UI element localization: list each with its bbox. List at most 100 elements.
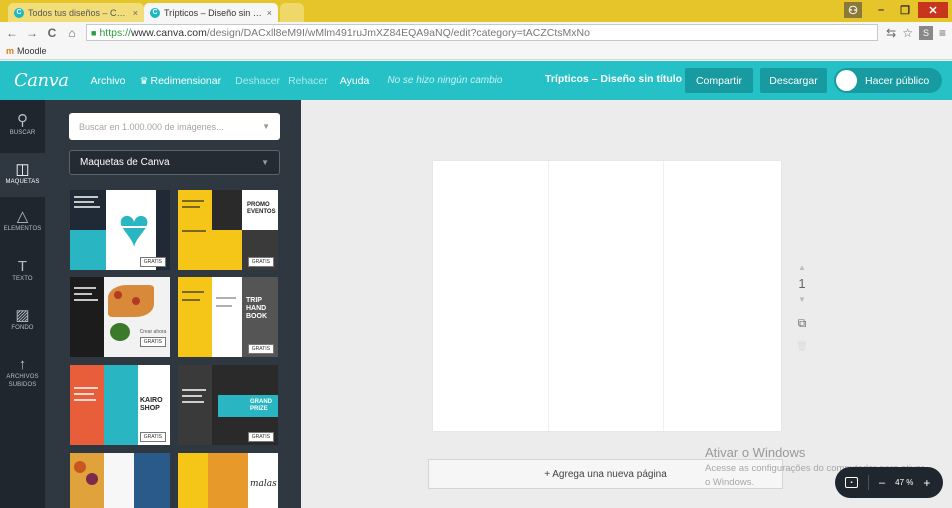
delete-page-icon[interactable]: 🗑 (792, 341, 812, 352)
thumb-text: malas (250, 479, 277, 489)
sidebar-item-buscar[interactable]: ⚲ BUSCAR (0, 110, 45, 148)
heart-icon: ♥ (117, 198, 151, 258)
elements-icon: △ (16, 208, 29, 225)
layout-thumbnail[interactable]: Crear ahora GRATIS (70, 277, 170, 357)
canva-favicon: C (14, 7, 24, 18)
sidebar-item-label: BUSCAR (9, 130, 36, 136)
share-button[interactable]: Compartir (685, 68, 753, 93)
minimize-button[interactable]: – (870, 2, 892, 18)
back-arrow-icon[interactable]: ← (6, 26, 18, 40)
menu-ayuda[interactable]: Ayuda (340, 75, 370, 87)
close-window-button[interactable]: ✕ (918, 2, 948, 18)
sidebar-item-label: TEXTO (12, 276, 33, 282)
zoom-out-button[interactable]: – (879, 477, 885, 489)
search-icon: ⚲ (17, 112, 28, 129)
thumb-text: PROMO EVENTOS (242, 190, 278, 230)
layouts-icon: ◫ (15, 161, 30, 178)
windows-activation-title: Ativar o Windows (705, 445, 806, 460)
page-tools: ▲ 1 ▼ ⧉ 🗑 (792, 263, 812, 352)
user-profile-icon[interactable]: ⚇ (844, 2, 862, 18)
make-public-label: Hacer público (865, 74, 930, 87)
tab-title: Todos tus diseños – Canv (28, 7, 129, 18)
menu-rehacer[interactable]: Rehacer (288, 75, 328, 87)
free-badge: GRATIS (139, 257, 166, 267)
canva-logo[interactable]: Canva (14, 70, 69, 91)
thumb-text: GRAND PRIZE (250, 399, 272, 412)
free-badge: GRATIS (247, 257, 274, 267)
design-page[interactable] (433, 161, 781, 431)
free-badge: GRATIS (247, 432, 274, 442)
browser-tab-tripticos[interactable]: C Trípticos – Diseño sin títul × (144, 3, 278, 22)
sidebar-item-archivos-subidos[interactable]: ↑ ARCHIVOS SUBIDOS (0, 356, 45, 400)
layout-thumbnail[interactable]: TRIP HAND BOOK GRATIS (178, 277, 278, 357)
reload-icon[interactable]: C (46, 26, 58, 40)
browser-tab-all-designs[interactable]: C Todos tus diseños – Canv × (8, 3, 144, 22)
new-tab-button[interactable] (280, 3, 304, 22)
sidebar-item-texto[interactable]: T TEXTO (0, 258, 45, 296)
zoom-control: ▪ – 47 % + (835, 467, 943, 498)
thumb-text: KAIRO SHOP (140, 397, 163, 412)
url-path: /design/DACxll8eM9I/wMlm491ruJmXZ84EQA9a… (206, 26, 590, 39)
close-tab-icon[interactable]: × (267, 8, 272, 18)
sidebar-item-label: ELEMENTOS (3, 226, 42, 232)
search-placeholder: Buscar en 1.000.000 de imágenes... (79, 121, 224, 132)
image-search-input[interactable]: Buscar en 1.000.000 de imágenes... ▼ (69, 113, 280, 140)
sidebar-item-elementos[interactable]: △ ELEMENTOS (0, 208, 45, 246)
sidebar-item-fondo[interactable]: ▨ FONDO (0, 307, 45, 345)
chevron-down-icon: ▼ (261, 158, 269, 167)
sidebar-item-label: MAQUETAS (5, 179, 40, 185)
layout-thumbnail[interactable]: GRAND PRIZE GRATIS (178, 365, 278, 445)
free-badge: GRATIS (139, 337, 166, 347)
toggle-knob (836, 70, 857, 91)
close-tab-icon[interactable]: × (133, 8, 138, 18)
crown-icon: ♛ (139, 75, 149, 87)
tools-sidebar: ⚲ BUSCAR ◫ MAQUETAS △ ELEMENTOS T TEXTO … (0, 100, 45, 508)
menu-deshacer[interactable]: Deshacer (235, 75, 280, 87)
layout-thumbnail[interactable] (70, 453, 170, 508)
toolbar-right: ⇆ ☆ S ≡ (886, 25, 946, 40)
upload-icon: ↑ (18, 356, 27, 373)
fold-line (548, 161, 549, 431)
document-title[interactable]: Trípticos – Diseño sin título (545, 73, 682, 85)
canva-header: Canva Archivo ♛ Redimensionar Deshacer Re… (0, 61, 952, 100)
home-icon[interactable]: ⌂ (66, 26, 78, 40)
copy-page-icon[interactable]: ⧉ (792, 316, 812, 331)
zoom-in-button[interactable]: + (923, 476, 930, 490)
layout-thumbnail[interactable]: KAIRO SHOP GRATIS (70, 365, 170, 445)
menu-redimensionar[interactable]: ♛ Redimensionar (140, 75, 222, 87)
page-up-icon[interactable]: ▲ (792, 263, 812, 272)
translate-icon[interactable]: ⇆ (886, 26, 896, 40)
extension-icon[interactable]: S (918, 25, 933, 40)
tab-title: Trípticos – Diseño sin títul (164, 7, 263, 18)
restore-button[interactable]: ❐ (894, 2, 916, 18)
layouts-panel: Buscar en 1.000.000 de imágenes... ▼ Maq… (45, 100, 301, 508)
sidebar-item-maquetas[interactable]: ◫ MAQUETAS (0, 153, 45, 197)
page-down-icon[interactable]: ▼ (792, 295, 812, 304)
sidebar-item-label: FONDO (11, 325, 34, 331)
menu-archivo[interactable]: Archivo (91, 75, 126, 87)
forward-arrow-icon[interactable]: → (26, 26, 38, 40)
menu-redimensionar-label: Redimensionar (150, 74, 222, 87)
present-icon[interactable]: ▪ (845, 477, 858, 488)
layout-source-select[interactable]: Maquetas de Canva ▼ (69, 150, 280, 175)
page-number: 1 (798, 276, 806, 291)
chrome-menu-icon[interactable]: ≡ (939, 26, 946, 40)
url-host: www.canva.com (130, 26, 207, 39)
sidebar-item-label: ARCHIVOS SUBIDOS (6, 374, 39, 388)
divider (868, 475, 869, 490)
window-controls: ⚇ – ❐ ✕ (844, 2, 948, 18)
layout-thumbnail[interactable]: PROMO EVENTOS GRATIS (178, 190, 278, 270)
download-button[interactable]: Descargar (760, 68, 827, 93)
chevron-down-icon: ▼ (262, 122, 270, 131)
zoom-level: 47 % (895, 478, 914, 487)
address-bar[interactable]: ■ https://www.canva.com/design/DACxll8eM… (86, 24, 879, 41)
layout-thumbnail[interactable]: malas (178, 453, 278, 508)
make-public-toggle[interactable]: Hacer público (834, 68, 942, 93)
bookmark-moodle[interactable]: Moodle (17, 46, 47, 56)
text-icon: T (17, 258, 28, 275)
browser-tab-strip: C Todos tus diseños – Canv × C Trípticos… (0, 0, 952, 22)
browser-toolbar: ← → C ⌂ ■ https://www.canva.com/design/D… (0, 22, 952, 43)
bookmark-star-icon[interactable]: ☆ (902, 26, 913, 40)
layout-thumbnail[interactable]: ♥ GRATIS (70, 190, 170, 270)
free-badge: GRATIS (139, 432, 166, 442)
